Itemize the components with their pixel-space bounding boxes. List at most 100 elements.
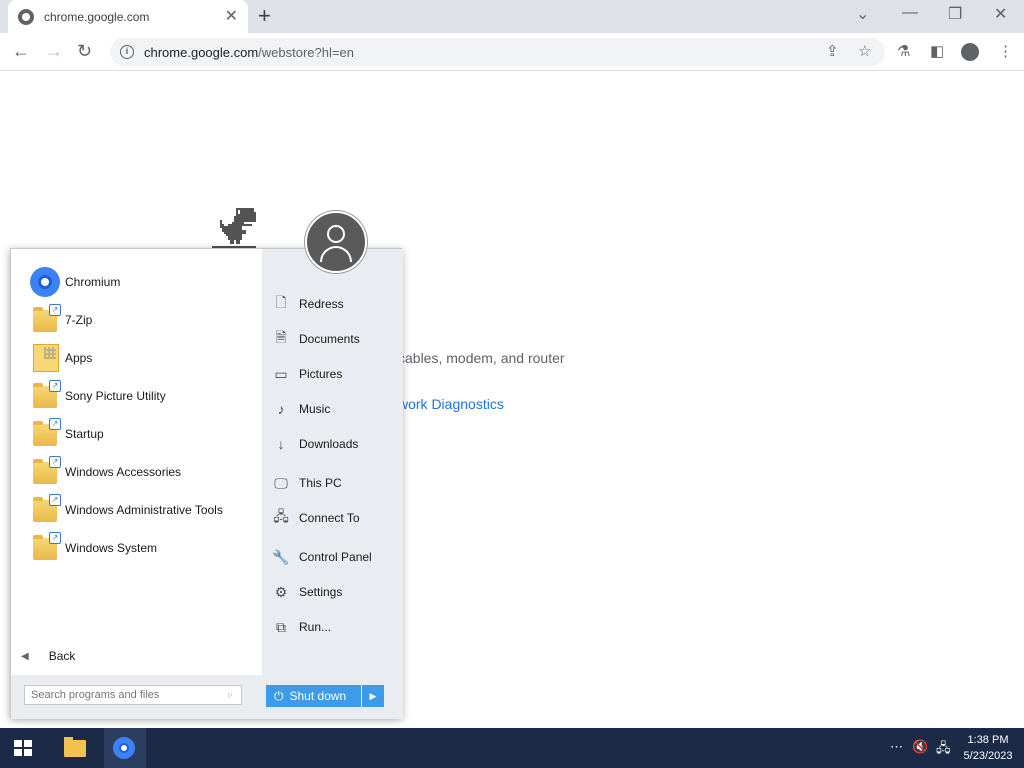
forward-button[interactable]: → [45, 41, 63, 61]
program-label: Windows System [65, 541, 158, 555]
start-menu: Chromium ↗ 7-Zip Apps ↗ Sony Picture Uti… [10, 248, 403, 719]
apps-folder-icon [29, 342, 61, 374]
place-item-documents[interactable]: 🗎 Documents [272, 327, 360, 351]
back-button[interactable]: ← [12, 41, 30, 61]
download-icon: ↓ [277, 436, 285, 452]
places-pane: 🗋 Redress 🗎 Documents ▭ Pictures ♪ Music ↓ Do… [262, 249, 403, 675]
place-label: This PC [299, 476, 342, 490]
shutdown-button[interactable]: ⏻ Shut down [266, 685, 361, 707]
browser-toolbar: ← → ↻ i chrome.google.com/webstore?hl=en… [0, 33, 1024, 71]
network-icon: 🖧 [273, 508, 289, 524]
program-item-chromium[interactable]: Chromium [29, 265, 120, 299]
back-button-start[interactable]: ◀ Back [21, 649, 75, 663]
place-label: Connect To [299, 511, 360, 525]
place-item-music[interactable]: ♪ Music [272, 397, 331, 421]
program-item-apps[interactable]: Apps [29, 341, 92, 375]
user-folder-icon: 🗋 [275, 294, 287, 310]
program-item-windows-administrative-tools[interactable]: ↗ Windows Administrative Tools [29, 493, 223, 527]
folder-icon: ↗ [29, 304, 61, 336]
place-label: Downloads [299, 437, 359, 451]
place-item-settings[interactable]: ⚙ Settings [272, 580, 343, 604]
user-body-icon [320, 246, 352, 262]
program-label: Windows Accessories [65, 465, 182, 479]
gear-icon: ⚙ [274, 583, 288, 600]
clock[interactable]: 1:38 PM 5/23/2023 [958, 732, 1018, 764]
program-item-startup[interactable]: ↗ Startup [29, 417, 104, 451]
profile-icon[interactable] [961, 43, 979, 61]
url-host: chrome.google.com [144, 44, 259, 60]
volume-muted-icon[interactable]: 🔇 [912, 739, 928, 755]
program-label: Chromium [65, 275, 121, 289]
program-label: Apps [65, 351, 93, 365]
place-item-redress[interactable]: 🗋 Redress [272, 292, 344, 316]
globe-icon [18, 8, 34, 25]
folder-icon: ↗ [29, 418, 61, 450]
overflow-icon[interactable]: ⋯ [890, 739, 903, 755]
document-icon: 🗎 [275, 329, 287, 345]
program-item-7zip[interactable]: ↗ 7-Zip [29, 303, 92, 337]
place-item-control-panel[interactable]: 🔧 Control Panel [272, 545, 372, 569]
music-icon: ♪ [277, 401, 285, 417]
file-explorer-icon[interactable] [64, 737, 86, 757]
folder-icon: ↗ [29, 532, 61, 564]
close-window-button[interactable]: ✕ [994, 4, 1007, 24]
user-avatar[interactable] [305, 211, 367, 273]
place-label: Pictures [299, 367, 343, 381]
program-label: Startup [65, 427, 104, 441]
clock-time: 1:38 PM [967, 734, 1009, 746]
folder-icon: ↗ [29, 456, 61, 488]
program-label: Windows Administrative Tools [65, 503, 223, 517]
program-item-windows-accessories[interactable]: ↗ Windows Accessories [29, 455, 181, 489]
address-bar[interactable]: i chrome.google.com/webstore?hl=en [110, 38, 885, 66]
site-info-icon[interactable]: i [120, 45, 134, 59]
back-label: Back [48, 649, 76, 663]
search-programs-input[interactable] [24, 685, 242, 705]
minimize-button[interactable]: — [902, 4, 918, 22]
place-item-this-pc[interactable]: 🖵 This PC [272, 471, 342, 495]
computer-icon: 🖵 [274, 474, 288, 491]
tab-search-icon[interactable]: ⌄ [856, 4, 869, 24]
place-label: Control Panel [299, 550, 372, 564]
wrench-icon: 🔧 [272, 548, 290, 565]
restore-button[interactable]: ❐ [948, 4, 962, 24]
place-label: Settings [299, 585, 343, 599]
start-menu-footer: ⌕ ⏻ Shut down ▶ [11, 675, 403, 719]
program-item-windows-system[interactable]: ↗ Windows System [29, 531, 157, 565]
menu-icon[interactable]: ⋮ [998, 43, 1013, 61]
place-item-downloads[interactable]: ↓ Downloads [272, 432, 359, 456]
page-suggestion-text: cables, modem, and router [398, 350, 565, 366]
tab-close-icon[interactable]: ✕ [225, 8, 238, 25]
chromium-taskbar-icon[interactable] [113, 737, 135, 759]
dino-icon [212, 208, 256, 248]
taskbar: ⋯ 🔇 🖧 1:38 PM 5/23/2023 [0, 728, 1024, 768]
share-icon[interactable]: ⇪ [826, 43, 839, 61]
place-item-pictures[interactable]: ▭ Pictures [272, 362, 342, 386]
shutdown-options-button[interactable]: ▶ [362, 685, 384, 707]
chromium-icon [29, 266, 61, 298]
extensions-icon[interactable]: ⚗ [897, 43, 910, 61]
folder-icon: ↗ [29, 380, 61, 412]
triangle-left-icon: ◀ [21, 650, 29, 662]
place-label: Documents [299, 332, 360, 346]
network-disconnected-icon[interactable]: 🖧 [936, 739, 951, 761]
place-item-connect-to[interactable]: 🖧 Connect To [272, 506, 360, 530]
tab-strip: chrome.google.com ✕ + ⌄ — ❐ ✕ [0, 0, 1024, 33]
network-diagnostics-link[interactable]: work Diagnostics [398, 396, 504, 412]
new-tab-button[interactable]: + [258, 5, 271, 27]
program-item-sony-picture-utility[interactable]: ↗ Sony Picture Utility [29, 379, 166, 413]
tab-title: chrome.google.com [44, 9, 150, 24]
bookmark-star-icon[interactable]: ☆ [858, 43, 871, 61]
folder-icon: ↗ [29, 494, 61, 526]
shutdown-label: Shut down [289, 689, 347, 703]
power-icon: ⏻ [274, 688, 284, 703]
program-label: 7-Zip [65, 313, 93, 327]
place-item-run[interactable]: ⧉ Run... [272, 615, 331, 639]
picture-icon: ▭ [274, 365, 288, 382]
browser-tab[interactable]: chrome.google.com ✕ [8, 0, 248, 33]
start-button[interactable] [14, 740, 32, 756]
side-panel-icon[interactable]: ◧ [930, 43, 944, 61]
place-label: Redress [299, 297, 344, 311]
reload-button[interactable]: ↻ [77, 41, 92, 61]
clock-date: 5/23/2023 [963, 750, 1013, 762]
program-label: Sony Picture Utility [65, 389, 166, 403]
